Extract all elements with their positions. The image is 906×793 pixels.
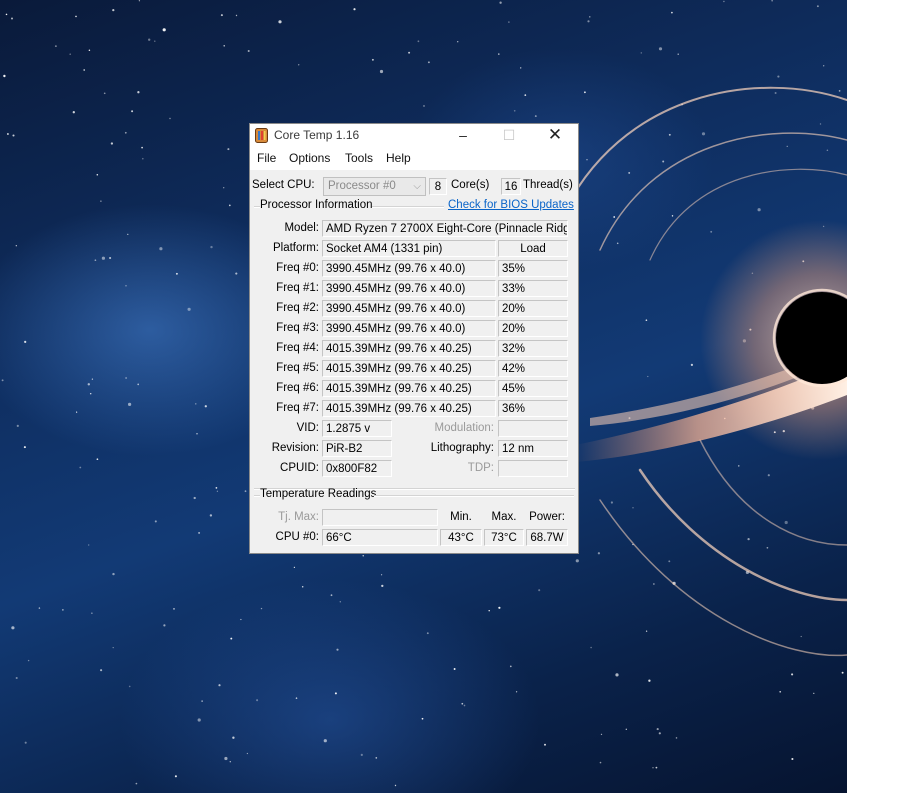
load-value: 33% [498,280,568,297]
freq-label: Freq #5: [276,362,319,374]
freq-value: 3990.45MHz (99.76 x 40.0) [322,300,496,317]
min-header: Min. [450,511,472,523]
tjmax-value [322,509,438,526]
freq-label: Freq #6: [276,382,319,394]
modulation-label: Modulation: [434,422,494,434]
threads-count: 16 [501,178,521,195]
freq-value: 4015.39MHz (99.76 x 40.25) [322,360,496,377]
core-temp-window: Core Temp 1.16 – ☐ ✕ File Options Tools … [249,123,579,554]
cores-count: 8 [429,178,447,195]
check-bios-updates-link[interactable]: Check for BIOS Updates [448,199,574,211]
load-value: 32% [498,340,568,357]
tjmax-label: Tj. Max: [278,511,319,523]
close-button[interactable]: ✕ [532,124,578,148]
vid-value: 1.2875 v [322,420,392,437]
group-border [374,495,574,497]
maximize-button[interactable]: ☐ [486,124,532,148]
freq-value: 4015.39MHz (99.76 x 40.25) [322,340,496,357]
freq-label: Freq #3: [276,322,319,334]
freq-label: Freq #2: [276,302,319,314]
load-value: 42% [498,360,568,377]
load-value: 35% [498,260,568,277]
cores-label: Core(s) [451,179,490,191]
load-value: 36% [498,400,568,417]
tdp-value [498,460,568,477]
model-value: AMD Ryzen 7 2700X Eight-Core (Pinnacle R… [322,220,568,237]
platform-value: Socket AM4 (1331 pin) [322,240,496,257]
processor-select-value: Processor #0 [328,180,396,192]
chevron-down-icon: ⌵ [413,181,421,192]
freq-value: 4015.39MHz (99.76 x 40.25) [322,380,496,397]
platform-label: Platform: [272,242,319,254]
lithography-label: Lithography: [430,442,494,454]
max-header: Max. [491,511,517,523]
cpu0-power: 68.7W [526,529,568,546]
cpu0-temperature: 66°C [322,529,438,546]
temperature-group-label: Temperature Readings [260,488,377,500]
window-title: Core Temp 1.16 [274,128,360,142]
cpu0-label: CPU #0: [275,531,319,543]
cpu0-min-temperature: 43°C [440,529,482,546]
freq-label: Freq #7: [276,402,319,414]
tdp-label: TDP: [467,462,494,474]
core-temp-app-icon [255,128,268,143]
threads-label: Thread(s) [523,179,573,191]
model-label: Model: [284,222,319,234]
revision-value: PiR-B2 [322,440,392,457]
menu-file[interactable]: File [257,151,276,165]
load-value: 20% [498,320,568,337]
freq-label: Freq #4: [276,342,319,354]
freq-label: Freq #0: [276,262,319,274]
freq-value: 3990.45MHz (99.76 x 40.0) [322,320,496,337]
lithography-value: 12 nm [498,440,568,457]
menu-options[interactable]: Options [289,151,330,165]
processor-info-group-label: Processor Information [260,199,373,211]
load-value: 20% [498,300,568,317]
vid-label: VID: [296,422,319,434]
title-bar[interactable]: Core Temp 1.16 – ☐ ✕ [250,124,578,148]
group-border [372,206,444,208]
menu-help[interactable]: Help [386,151,411,165]
cpuid-value: 0x800F82 [322,460,392,477]
power-header: Power: [529,511,565,523]
freq-value: 3990.45MHz (99.76 x 40.0) [322,260,496,277]
modulation-value [498,420,568,437]
minimize-button[interactable]: – [440,124,486,148]
freq-label: Freq #1: [276,282,319,294]
cpu0-max-temperature: 73°C [484,529,524,546]
menu-bar: File Options Tools Help [250,148,578,170]
load-value: 45% [498,380,568,397]
select-cpu-label: Select CPU: [252,179,315,191]
freq-value: 3990.45MHz (99.76 x 40.0) [322,280,496,297]
menu-tools[interactable]: Tools [345,151,373,165]
revision-label: Revision: [271,442,319,454]
freq-value: 4015.39MHz (99.76 x 40.25) [322,400,496,417]
load-header: Load [498,240,568,257]
processor-select[interactable]: Processor #0 ⌵ [323,177,426,196]
cpuid-label: CPUID: [280,462,319,474]
